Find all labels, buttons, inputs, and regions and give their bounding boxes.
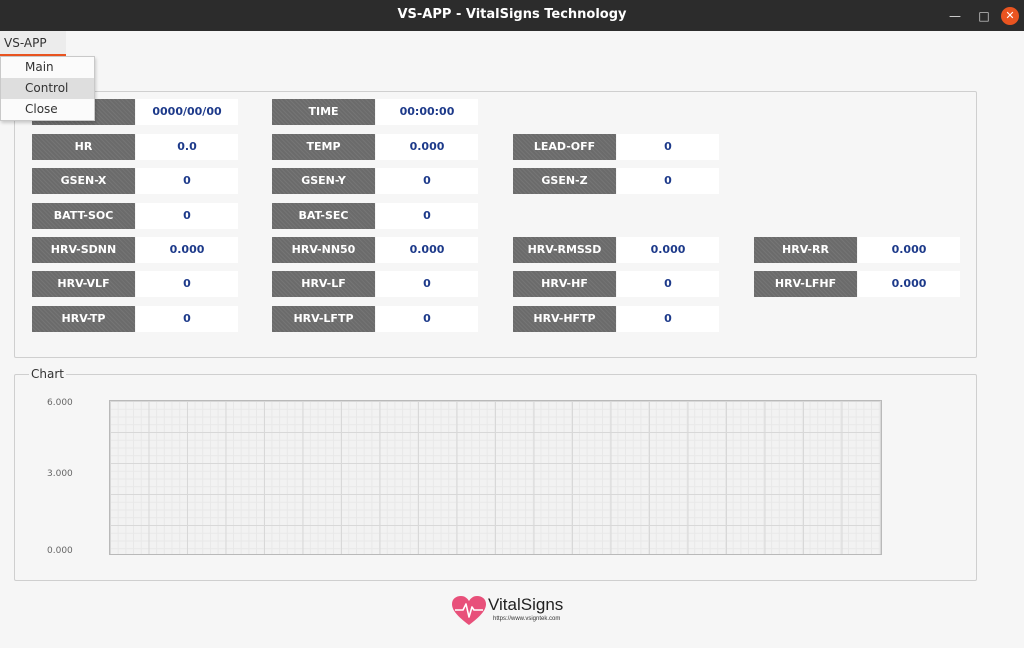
hrv-sdnn-label: HRV-SDNN	[32, 237, 135, 263]
hrv-hf-value: 0	[617, 271, 719, 297]
hr-label: HR	[32, 134, 135, 160]
hrv-sdnn-value: 0.000	[136, 237, 238, 263]
gsen-x-label: GSEN-X	[32, 168, 135, 194]
batt-soc-label: BATT-SOC	[32, 203, 135, 229]
hrv-hftp-value: 0	[617, 306, 719, 332]
hrv-rmssd-label: HRV-RMSSD	[513, 237, 616, 263]
hrv-nn50-value: 0.000	[376, 237, 478, 263]
logo-brand-text: VitalSigns	[488, 595, 564, 614]
y-tick-label-mid: 3.000	[47, 469, 73, 479]
lead-off-label: LEAD-OFF	[513, 134, 616, 160]
close-icon[interactable]: ✕	[1001, 7, 1019, 25]
chart-plot-area	[109, 400, 882, 555]
hrv-tp-value: 0	[136, 306, 238, 332]
y-tick-label-top: 6.000	[47, 398, 73, 408]
menubar: VS-APP	[0, 31, 1024, 56]
hrv-rr-label: HRV-RR	[754, 237, 857, 263]
hrv-vlf-label: HRV-VLF	[32, 271, 135, 297]
hrv-vlf-value: 0	[136, 271, 238, 297]
temp-label: TEMP	[272, 134, 375, 160]
hrv-lfhf-label: HRV-LFHF	[754, 271, 857, 297]
window-titlebar: VS-APP - VitalSigns Technology — □ ✕	[0, 0, 1024, 31]
hrv-lftp-label: HRV-LFTP	[272, 306, 375, 332]
bat-sec-label: BAT-SEC	[272, 203, 375, 229]
bat-sec-value: 0	[376, 203, 478, 229]
maximize-icon[interactable]: □	[975, 7, 993, 25]
gsen-z-label: GSEN-Z	[513, 168, 616, 194]
temp-value: 0.000	[376, 134, 478, 160]
gsen-x-value: 0	[136, 168, 238, 194]
menu-vs-app[interactable]: VS-APP	[0, 31, 66, 56]
vitalsigns-logo: VitalSigns https://www.vsigntek.com	[452, 594, 574, 626]
lead-off-value: 0	[617, 134, 719, 160]
hrv-lf-label: HRV-LF	[272, 271, 375, 297]
batt-soc-value: 0	[136, 203, 238, 229]
hrv-nn50-label: HRV-NN50	[272, 237, 375, 263]
chart-panel-legend: Chart	[31, 367, 64, 381]
hrv-lf-value: 0	[376, 271, 478, 297]
time-value: 00:00:00	[376, 99, 478, 125]
hrv-lftp-value: 0	[376, 306, 478, 332]
y-tick-label-bottom: 0.000	[47, 546, 73, 556]
menu-item-control[interactable]: Control	[1, 78, 94, 99]
window-title: VS-APP - VitalSigns Technology	[397, 7, 627, 22]
gsen-y-label: GSEN-Y	[272, 168, 375, 194]
menu-item-main[interactable]: Main	[1, 57, 94, 78]
hrv-hftp-label: HRV-HFTP	[513, 306, 616, 332]
hrv-rmssd-value: 0.000	[617, 237, 719, 263]
hrv-lfhf-value: 0.000	[858, 271, 960, 297]
hrv-hf-label: HRV-HF	[513, 271, 616, 297]
hrv-rr-value: 0.000	[858, 237, 960, 263]
gsen-y-value: 0	[376, 168, 478, 194]
hrv-tp-label: HRV-TP	[32, 306, 135, 332]
heart-icon	[452, 596, 486, 625]
date-value: 0000/00/00	[136, 99, 238, 125]
logo-url-text: https://www.vsigntek.com	[493, 616, 561, 622]
vs-app-dropdown-menu: Main Control Close	[0, 56, 95, 121]
menu-item-close[interactable]: Close	[1, 99, 94, 120]
minimize-icon[interactable]: —	[946, 7, 964, 25]
gsen-z-value: 0	[617, 168, 719, 194]
time-label: TIME	[272, 99, 375, 125]
hr-value: 0.0	[136, 134, 238, 160]
